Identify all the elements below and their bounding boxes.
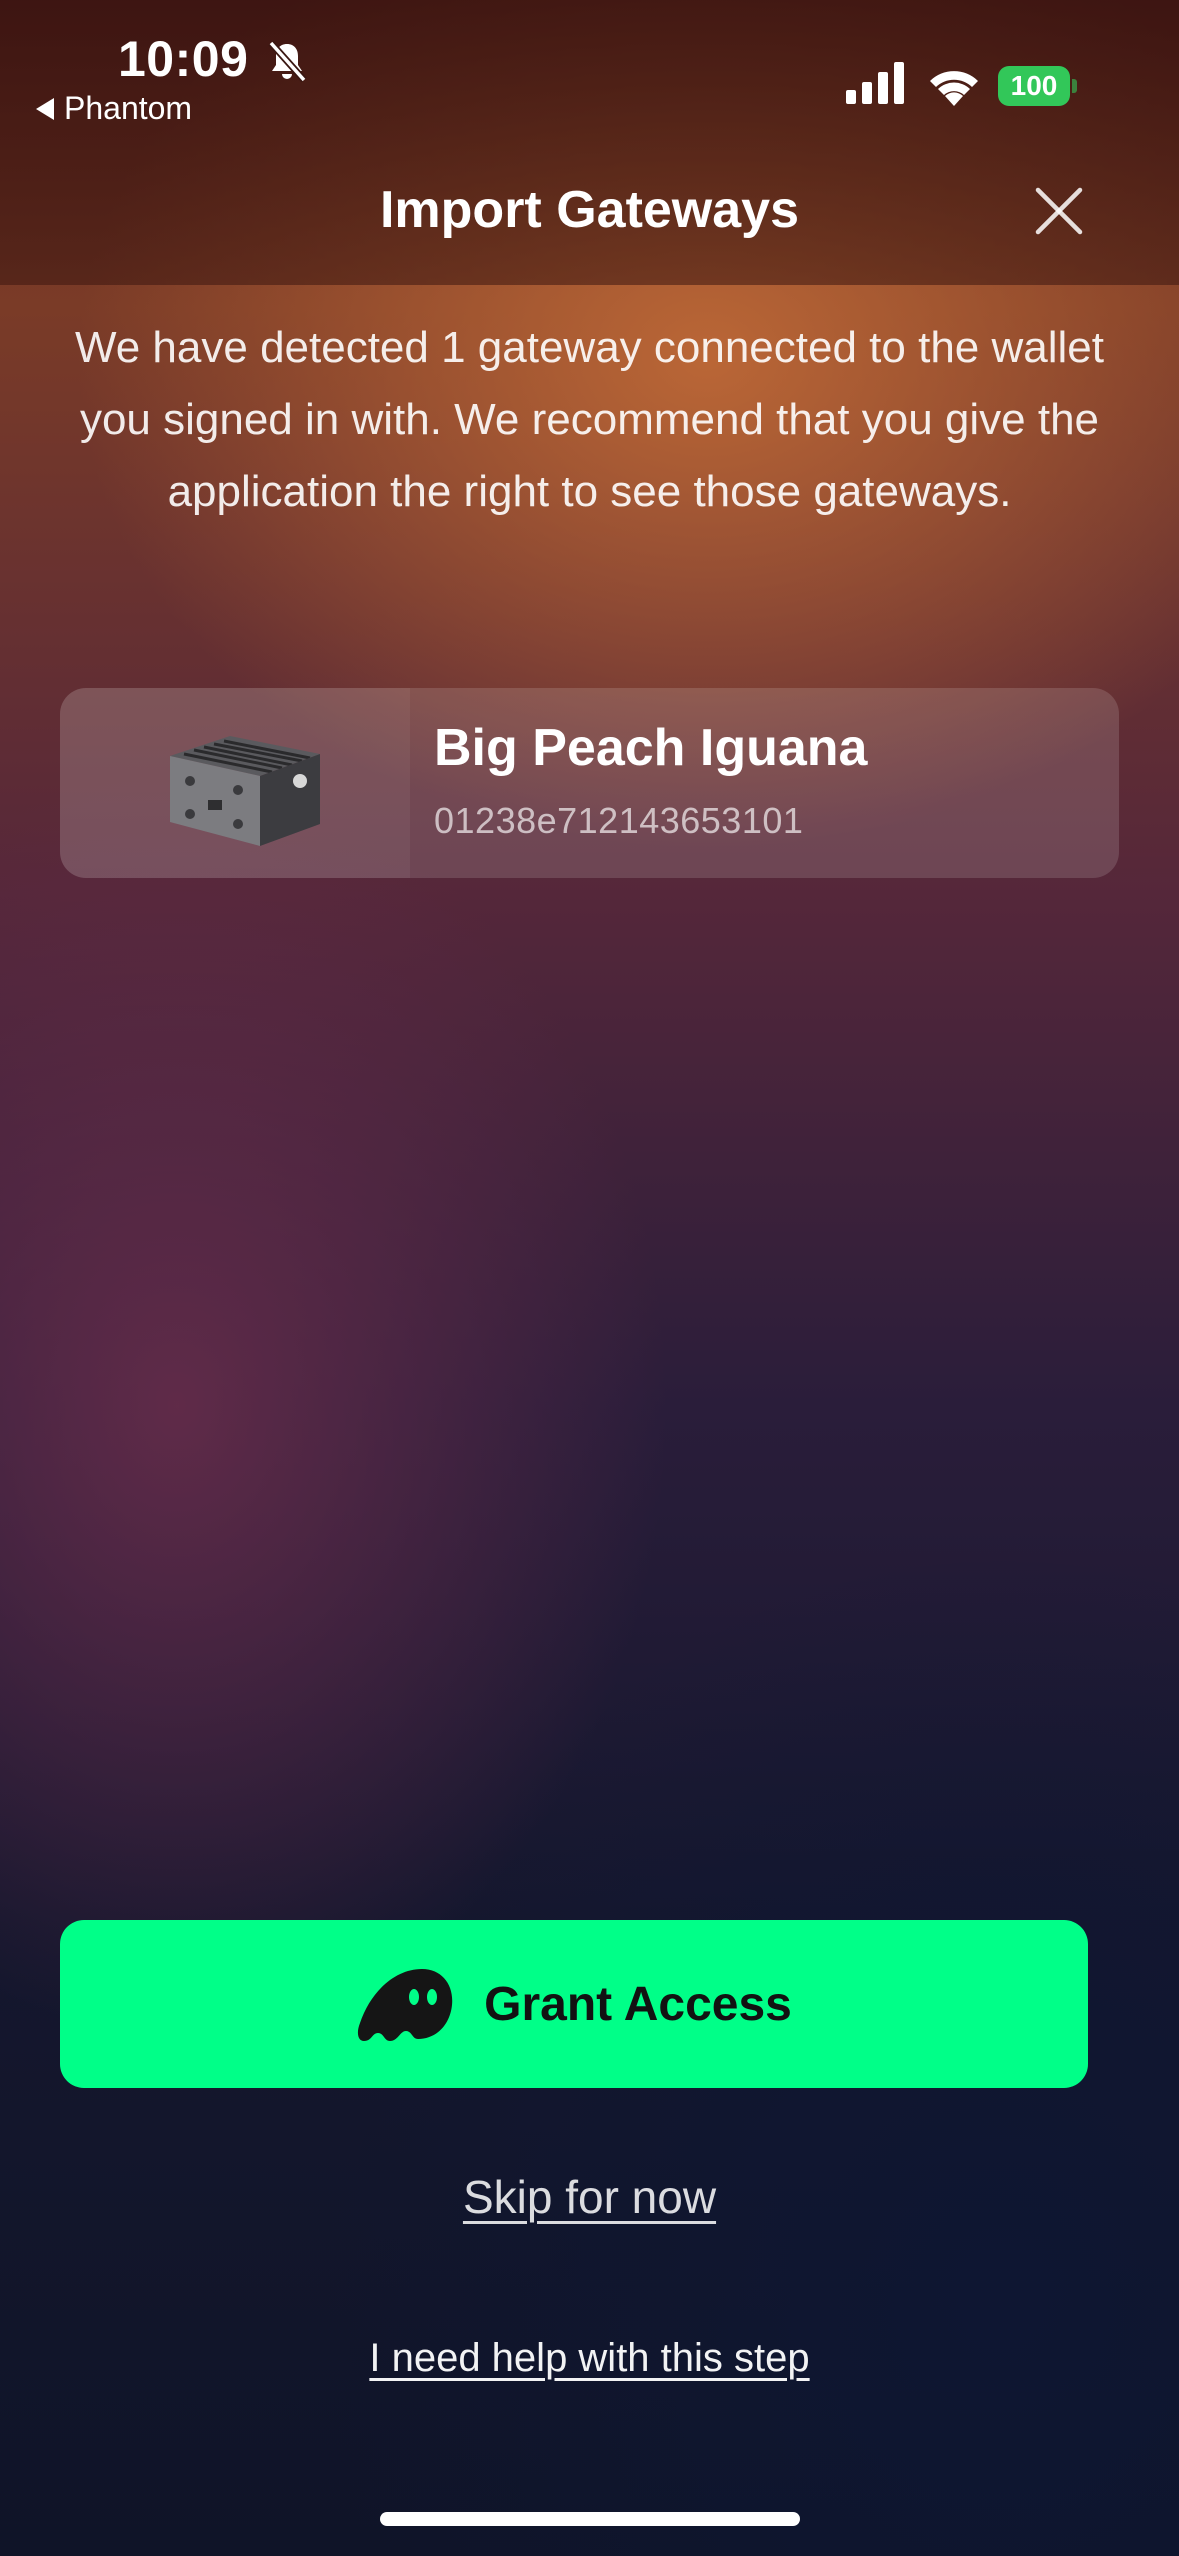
grant-access-label: Grant Access	[484, 1977, 792, 2031]
battery-level: 100	[998, 66, 1070, 106]
skip-for-now-link[interactable]: Skip for now	[463, 2171, 716, 2223]
back-to-app-button[interactable]: Phantom	[36, 90, 192, 127]
grant-access-button[interactable]: Grant Access	[60, 1920, 1088, 2088]
intro-text: We have detected 1 gateway connected to …	[75, 323, 1104, 516]
home-indicator[interactable]	[380, 2512, 800, 2526]
phantom-ghost-icon	[358, 1969, 453, 2041]
gateway-card[interactable]: Big Peach Iguana 01238e712143653101	[60, 688, 1119, 878]
help-link[interactable]: I need help with this step	[369, 2336, 809, 2380]
cellular-signal-icon	[846, 62, 904, 104]
skip-link-container: Skip for now	[0, 2170, 1179, 2224]
back-triangle-icon	[36, 97, 54, 120]
back-app-label: Phantom	[64, 90, 193, 126]
bell-slash-icon	[268, 40, 307, 83]
page-title: Import Gateways	[379, 181, 800, 239]
gateway-device-image	[170, 736, 320, 846]
gateway-id: 01238e712143653101	[434, 800, 804, 841]
help-link-container: I need help with this step	[0, 2336, 1179, 2381]
close-icon[interactable]	[1030, 182, 1088, 240]
battery-icon: 100	[998, 66, 1078, 106]
wifi-icon	[930, 71, 978, 106]
status-time: 10:09	[118, 31, 249, 87]
gateway-name: Big Peach Iguana	[434, 719, 868, 777]
